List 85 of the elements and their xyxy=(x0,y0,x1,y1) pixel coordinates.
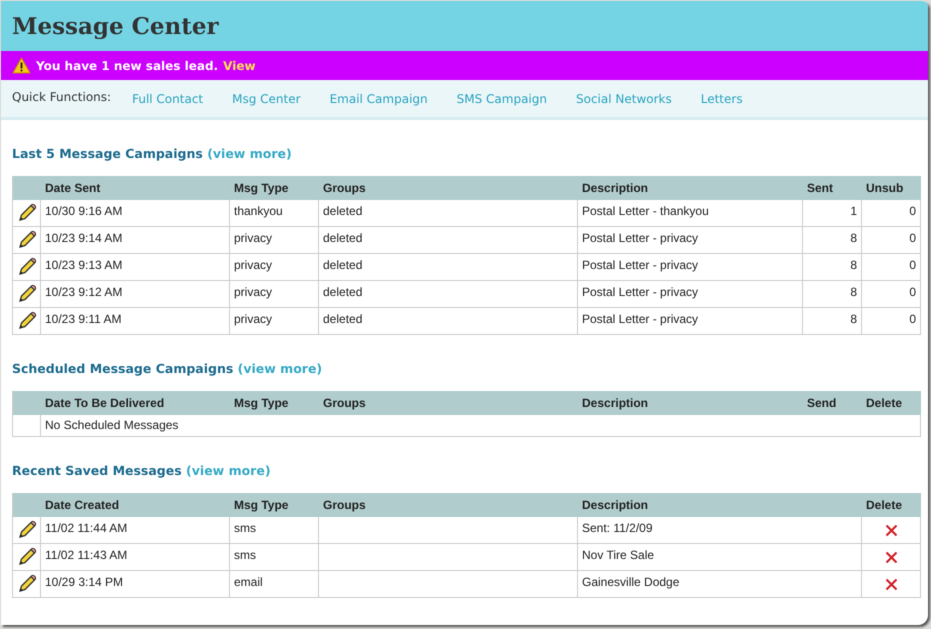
table-cell: 0 xyxy=(862,308,920,334)
column-header: Description xyxy=(578,494,862,516)
table-cell: deleted xyxy=(318,254,578,280)
column-header: Delete xyxy=(862,392,920,414)
section-title: Recent Saved Messages xyxy=(12,463,182,478)
table-cell: privacy xyxy=(230,226,318,254)
warning-icon xyxy=(12,57,31,74)
column-header: Date Created xyxy=(40,494,230,516)
table-cell: Postal Letter - thankyou xyxy=(578,200,802,226)
table-cell: privacy xyxy=(230,308,318,334)
column-header: Unsub xyxy=(862,176,920,200)
page-title: Message Center xyxy=(12,12,219,40)
section-title: Last 5 Message Campaigns xyxy=(12,146,203,161)
view-more-link[interactable]: (view more) xyxy=(238,361,322,376)
view-more-link[interactable]: (view more) xyxy=(186,463,271,478)
table-cell: 10/23 9:14 AM xyxy=(40,226,230,254)
quick-function-link[interactable]: Social Networks xyxy=(576,92,672,106)
view-more-link[interactable]: (view more) xyxy=(207,146,292,161)
column-header: Groups xyxy=(318,176,578,200)
table-cell: 8 xyxy=(802,280,862,308)
table-cell: 8 xyxy=(802,254,862,280)
table-cell: 0 xyxy=(862,254,920,280)
table-cell: Postal Letter - privacy xyxy=(578,280,802,308)
delete-icon[interactable] xyxy=(884,551,898,564)
table-cell: deleted xyxy=(318,200,578,226)
pencil-icon[interactable] xyxy=(17,311,37,331)
column-header: Msg Type xyxy=(230,392,318,414)
table-cell: Postal Letter - privacy xyxy=(578,254,802,280)
column-header: Description xyxy=(578,176,802,200)
table-cell: 1 xyxy=(802,200,862,226)
section-title: Scheduled Message Campaigns xyxy=(12,361,234,376)
table-cell: Nov Tire Sale xyxy=(578,544,862,570)
table-cell: deleted xyxy=(318,280,578,308)
column-header: Send xyxy=(802,392,862,414)
table-cell: Postal Letter - privacy xyxy=(578,308,802,334)
table-cell: thankyou xyxy=(230,200,318,226)
quick-function-link[interactable]: Full Contact xyxy=(132,92,204,106)
quick-functions-label: Quick Functions: xyxy=(12,90,112,104)
pencil-icon[interactable] xyxy=(17,574,37,594)
table-cell: sms xyxy=(230,544,318,570)
quick-function-link[interactable]: SMS Campaign xyxy=(456,92,547,106)
column-header: Date To Be Delivered xyxy=(40,392,230,414)
column-header: Delete xyxy=(862,494,920,516)
table-cell: 0 xyxy=(862,226,920,254)
table-cell: 0 xyxy=(862,200,920,226)
table-cell: deleted xyxy=(318,226,578,254)
quick-function-link[interactable]: Email Campaign xyxy=(330,92,428,106)
table-cell: deleted xyxy=(318,308,578,334)
pencil-icon[interactable] xyxy=(17,284,37,304)
delete-icon[interactable] xyxy=(884,524,898,537)
view-link[interactable]: View xyxy=(223,58,256,72)
table-cell: 0 xyxy=(862,280,920,308)
table-cell: sms xyxy=(230,516,318,544)
quick-function-link[interactable]: Letters xyxy=(700,92,743,106)
column-header: Groups xyxy=(318,392,578,414)
column-header: Msg Type xyxy=(230,494,318,516)
table-cell: 10/23 9:12 AM xyxy=(40,280,230,308)
table-cell: privacy xyxy=(230,280,318,308)
pencil-icon[interactable] xyxy=(17,230,37,250)
empty-message: No Scheduled Messages xyxy=(40,414,920,436)
table-cell: 11/02 11:43 AM xyxy=(40,544,230,570)
pencil-icon[interactable] xyxy=(17,203,37,223)
table-cell: Postal Letter - privacy xyxy=(578,226,802,254)
column-header: Groups xyxy=(318,494,578,516)
alert-message: You have 1 new sales lead. xyxy=(36,58,218,72)
column-header: Sent xyxy=(802,176,862,200)
table-cell: Gainesville Dodge xyxy=(578,570,862,598)
table-cell: 8 xyxy=(802,308,862,334)
pencil-icon[interactable] xyxy=(17,257,37,277)
quick-function-link[interactable]: Msg Center xyxy=(232,92,301,106)
table-cell: 11/02 11:44 AM xyxy=(40,516,230,544)
table-cell: email xyxy=(230,570,318,598)
table-cell: Sent: 11/2/09 xyxy=(578,516,862,544)
column-header: Description xyxy=(578,392,802,414)
table-cell: 8 xyxy=(802,226,862,254)
pencil-icon[interactable] xyxy=(17,520,37,540)
column-header: Msg Type xyxy=(230,176,318,200)
table-cell: 10/30 9:16 AM xyxy=(40,200,230,226)
pencil-icon[interactable] xyxy=(17,547,37,567)
table-cell: 10/23 9:13 AM xyxy=(40,254,230,280)
delete-icon[interactable] xyxy=(884,578,898,591)
table-cell: privacy xyxy=(230,254,318,280)
table-cell: 10/23 9:11 AM xyxy=(40,308,230,334)
table-cell: 10/29 3:14 PM xyxy=(40,570,230,598)
column-header: Date Sent xyxy=(40,176,230,200)
